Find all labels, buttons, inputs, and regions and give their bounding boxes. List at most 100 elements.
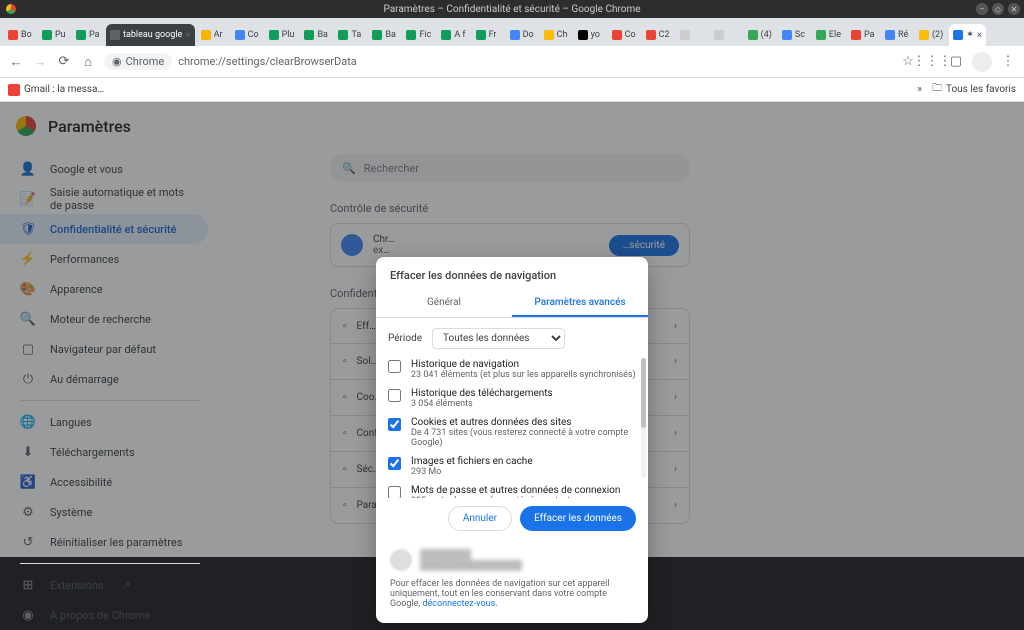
favicon xyxy=(372,30,382,40)
tab-label: Fr xyxy=(489,30,497,40)
favicon xyxy=(919,30,929,40)
browser-tab[interactable]: Pa xyxy=(847,24,879,46)
browser-tab[interactable]: (4) xyxy=(744,24,776,46)
tab-label: A f xyxy=(454,30,465,40)
tab-label: Fic xyxy=(419,30,431,40)
option-desc: De 4 731 sites (vous resterez connecté à… xyxy=(411,428,636,448)
browser-tab[interactable]: Ele xyxy=(812,24,845,46)
tab-label: Ele xyxy=(829,30,841,40)
tab-label: Co xyxy=(248,30,259,40)
browser-tab[interactable] xyxy=(710,24,742,46)
browser-tab[interactable]: Bo xyxy=(4,24,36,46)
browser-tab[interactable]: tableau google× xyxy=(106,24,195,46)
option-checkbox[interactable] xyxy=(388,457,401,470)
browser-tab[interactable]: Fr xyxy=(472,24,504,46)
period-label: Période xyxy=(388,333,422,344)
apps-icon[interactable]: ⋮⋮⋮ xyxy=(924,54,940,70)
favicon xyxy=(680,30,690,40)
scrollbar-thumb[interactable] xyxy=(641,358,646,428)
tab-label: tableau google xyxy=(123,30,182,40)
browser-tab[interactable]: Ba xyxy=(300,24,332,46)
browser-tab[interactable]: Pu xyxy=(38,24,70,46)
browser-tab[interactable]: Do xyxy=(506,24,538,46)
clear-data-option: Historique des téléchargements3 054 élém… xyxy=(388,388,636,409)
signout-link[interactable]: déconnectez-vous xyxy=(422,599,495,609)
favicon xyxy=(304,30,314,40)
toolbar: ← → ⟳ ⌂ ◉Chrome chrome://settings/clearB… xyxy=(0,46,1024,78)
favicon xyxy=(646,30,656,40)
tab-advanced[interactable]: Paramètres avancés xyxy=(512,290,648,317)
os-titlebar: Paramètres – Confidentialité et sécurité… xyxy=(0,0,1024,18)
browser-tab[interactable]: Co xyxy=(608,24,640,46)
clear-data-dialog: Effacer les données de navigation Généra… xyxy=(376,257,648,623)
favicon xyxy=(42,30,52,40)
option-title: Mots de passe et autres données de conne… xyxy=(411,485,636,496)
browser-tab[interactable]: Co xyxy=(231,24,263,46)
browser-tab[interactable]: yo xyxy=(574,24,606,46)
tab-close-icon[interactable]: × xyxy=(977,30,982,41)
sidebar-item-label: À propos de Chrome xyxy=(50,609,150,622)
favicon xyxy=(851,30,861,40)
profile-icon[interactable] xyxy=(972,52,992,72)
tab-label: Ré xyxy=(898,30,908,40)
user-info-blurred: ████████████████████████ xyxy=(420,549,522,571)
bookmarks-overflow[interactable]: » xyxy=(917,84,922,95)
all-bookmarks-button[interactable]: 🗀 Tous les favoris xyxy=(932,81,1016,98)
tab-basic[interactable]: Général xyxy=(376,290,512,317)
bookmark-gmail[interactable]: Gmail : la messa… xyxy=(8,84,104,96)
tab-label: C2 xyxy=(659,30,670,40)
favicon xyxy=(714,30,724,40)
tab-label: Plu xyxy=(282,30,295,40)
browser-tab[interactable]: Pa xyxy=(72,24,104,46)
settings-page: Paramètres 👤Google et vous📝Saisie automa… xyxy=(0,102,1024,557)
dialog-body: Période Toutes les données Historique de… xyxy=(376,318,648,498)
browser-tab[interactable]: Ar xyxy=(197,24,229,46)
dialog-actions: Annuler Effacer les données xyxy=(376,498,648,539)
sidebar-item[interactable]: ◉À propos de Chrome xyxy=(0,600,208,630)
close-button[interactable]: ✕ xyxy=(1008,3,1020,15)
tab-label: (4) xyxy=(761,30,772,40)
back-button[interactable]: ← xyxy=(8,54,24,70)
home-button[interactable]: ⌂ xyxy=(80,54,96,70)
browser-tab[interactable]: (2) xyxy=(915,24,947,46)
tab-label: Pu xyxy=(55,30,66,40)
browser-tab[interactable]: C2 xyxy=(642,24,674,46)
browser-tab[interactable]: Plu xyxy=(265,24,299,46)
sidebar-item[interactable]: ⊞Extensions ↗ xyxy=(0,570,208,600)
option-desc: 23 041 éléments (et plus sur les apparei… xyxy=(411,370,636,380)
favicon xyxy=(476,30,486,40)
browser-tab[interactable]: Fic xyxy=(402,24,435,46)
avatar xyxy=(390,549,412,571)
browser-tab[interactable]: ✶× xyxy=(949,24,986,46)
clear-data-option: Images et fichiers en cache293 Mo xyxy=(388,456,636,477)
option-checkbox[interactable] xyxy=(388,389,401,402)
option-checkbox[interactable] xyxy=(388,360,401,373)
reload-button[interactable]: ⟳ xyxy=(56,54,72,70)
option-title: Images et fichiers en cache xyxy=(411,456,533,467)
browser-tab[interactable] xyxy=(676,24,708,46)
period-select[interactable]: Toutes les données xyxy=(432,328,565,349)
forward-button[interactable]: → xyxy=(32,54,48,70)
favicon xyxy=(953,30,963,40)
cancel-button[interactable]: Annuler xyxy=(448,506,512,531)
browser-tab[interactable]: A f xyxy=(437,24,469,46)
maximize-button[interactable]: ◇ xyxy=(992,3,1004,15)
option-checkbox[interactable] xyxy=(388,486,401,498)
tab-close-icon[interactable]: × xyxy=(185,30,190,41)
browser-tab[interactable]: Ch xyxy=(540,24,572,46)
clear-data-button[interactable]: Effacer les données xyxy=(520,506,636,531)
option-checkbox[interactable] xyxy=(388,418,401,431)
favicon xyxy=(406,30,416,40)
tabs-icon[interactable]: ▢ xyxy=(948,54,964,70)
browser-tab[interactable]: Ba xyxy=(368,24,400,46)
minimize-button[interactable]: – xyxy=(976,3,988,15)
tab-label: Ar xyxy=(214,30,223,40)
browser-tab[interactable]: Sc xyxy=(778,24,810,46)
browser-tab[interactable]: Ré xyxy=(881,24,913,46)
menu-icon[interactable]: ⋮ xyxy=(1000,54,1016,70)
browser-tab[interactable]: Ta xyxy=(334,24,366,46)
omnibox[interactable]: ◉Chrome chrome://settings/clearBrowserDa… xyxy=(104,53,892,70)
favicon xyxy=(612,30,622,40)
option-desc: 385 mots de passe (associés à yourtext.g… xyxy=(411,496,636,498)
sidebar-item-icon: ⊞ xyxy=(20,577,36,593)
